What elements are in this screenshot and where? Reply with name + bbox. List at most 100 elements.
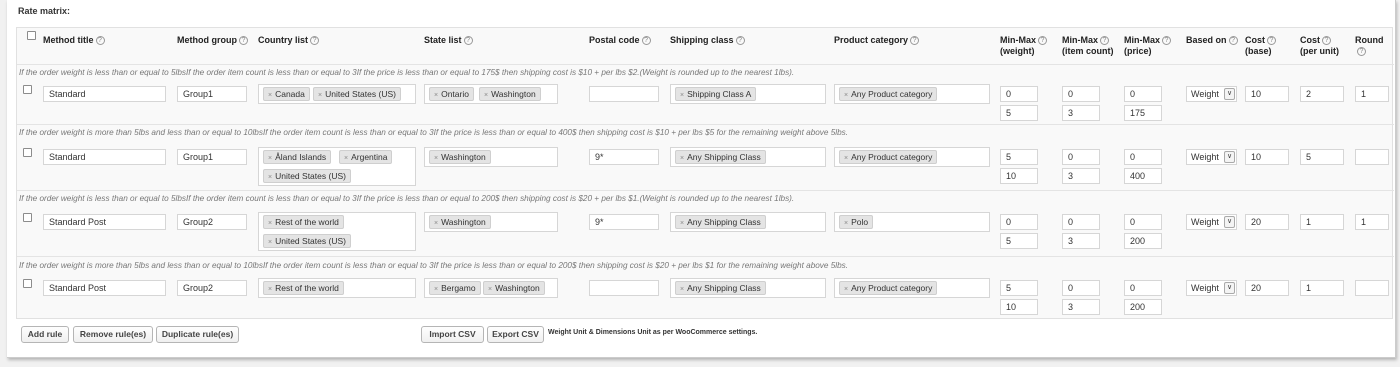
cost-per-unit-input[interactable]: 1 (1300, 214, 1344, 230)
tag-chip[interactable]: × Polo (839, 215, 874, 229)
help-icon[interactable]: ? (239, 36, 248, 46)
help-icon[interactable]: ? (1162, 36, 1171, 46)
price-max-input[interactable]: 200 (1124, 233, 1162, 249)
based-on-select[interactable]: Weight ∨ (1186, 149, 1237, 165)
product-category-field[interactable]: × Any Product category (834, 84, 990, 104)
help-icon[interactable]: ? (1267, 36, 1276, 46)
postal-code-input[interactable]: 9* (589, 149, 659, 165)
remove-tag-icon[interactable]: × (488, 286, 492, 293)
method-title-input[interactable]: Standard (43, 149, 166, 165)
weight-max-input[interactable]: 10 (1000, 299, 1038, 315)
help-icon[interactable]: ? (95, 36, 105, 46)
product-category-field[interactable]: × Polo (834, 212, 990, 232)
remove-rules-button[interactable]: Remove rule(es) (73, 326, 153, 343)
shipping-class-field[interactable]: × Any Shipping Class (670, 212, 826, 232)
weight-max-input[interactable]: 10 (1000, 168, 1038, 184)
tag-chip[interactable]: × United States (US) (263, 234, 351, 248)
item-count-max-input[interactable]: 3 (1062, 105, 1100, 121)
tag-chip[interactable]: × United States (US) (263, 169, 351, 183)
product-category-field[interactable]: × Any Product category (834, 278, 990, 298)
tag-chip[interactable]: × Washington (429, 215, 491, 229)
item-count-min-input[interactable]: 0 (1062, 149, 1100, 165)
cost-base-input[interactable]: 20 (1245, 280, 1289, 296)
method-group-input[interactable]: Group1 (177, 86, 247, 102)
item-count-max-input[interactable]: 3 (1062, 299, 1100, 315)
select-all-checkbox[interactable] (27, 31, 36, 40)
price-max-input[interactable]: 200 (1124, 299, 1162, 315)
tag-chip[interactable]: × Ontario (429, 87, 474, 101)
help-icon[interactable]: ? (1100, 36, 1109, 46)
tag-chip[interactable]: × Any Product category (839, 87, 938, 101)
product-category-field[interactable]: × Any Product category (834, 147, 990, 167)
country-list-field[interactable]: × Åland Islands × Argentina × United States… (258, 147, 416, 186)
tag-chip[interactable]: × Washington (479, 87, 541, 101)
chevron-down-icon[interactable]: ∨ (1224, 216, 1235, 228)
postal-code-input[interactable]: 9* (589, 214, 659, 230)
tag-chip[interactable]: × Washington (483, 281, 545, 295)
remove-tag-icon[interactable]: × (680, 155, 684, 162)
tag-chip[interactable]: × Rest of the world (263, 215, 344, 229)
item-count-max-input[interactable]: 3 (1062, 168, 1100, 184)
remove-tag-icon[interactable]: × (434, 92, 438, 99)
help-icon[interactable]: ? (1228, 36, 1238, 46)
weight-min-input[interactable]: 0 (1000, 214, 1038, 230)
help-icon[interactable]: ? (1322, 36, 1331, 46)
help-icon[interactable]: ? (735, 36, 745, 46)
price-max-input[interactable]: 400 (1124, 168, 1162, 184)
item-count-min-input[interactable]: 0 (1062, 280, 1100, 296)
round-input[interactable]: 1 (1355, 86, 1389, 102)
round-input[interactable] (1355, 149, 1389, 165)
tag-chip[interactable]: × Any Shipping Class (675, 215, 766, 229)
price-min-input[interactable]: 0 (1124, 86, 1162, 102)
remove-tag-icon[interactable]: × (434, 155, 438, 162)
tag-chip[interactable]: × Any Shipping Class (675, 281, 766, 295)
remove-tag-icon[interactable]: × (844, 155, 848, 162)
cost-base-input[interactable]: 10 (1245, 149, 1289, 165)
export-csv-button[interactable]: Export CSV (487, 326, 544, 343)
help-icon[interactable]: ? (641, 36, 651, 46)
tag-chip[interactable]: × Canada (263, 87, 310, 101)
state-list-field[interactable]: × Ontario × Washington (424, 84, 558, 104)
remove-tag-icon[interactable]: × (268, 286, 272, 293)
item-count-min-input[interactable]: 0 (1062, 214, 1100, 230)
remove-tag-icon[interactable]: × (434, 220, 438, 227)
tag-chip[interactable]: × Any Product category (839, 281, 938, 295)
row-checkbox[interactable] (23, 279, 32, 288)
row-checkbox[interactable] (23, 213, 32, 222)
tag-chip[interactable]: × Argentina (339, 150, 393, 164)
remove-tag-icon[interactable]: × (844, 92, 848, 99)
cost-per-unit-input[interactable]: 5 (1300, 149, 1344, 165)
round-input[interactable]: 1 (1355, 214, 1389, 230)
row-checkbox[interactable] (23, 85, 32, 94)
method-group-input[interactable]: Group1 (177, 149, 247, 165)
method-group-input[interactable]: Group2 (177, 280, 247, 296)
tag-chip[interactable]: × Bergamo (429, 281, 481, 295)
tag-chip[interactable]: × Åland Islands (263, 150, 332, 164)
weight-min-input[interactable]: 5 (1000, 280, 1038, 296)
shipping-class-field[interactable]: × Shipping Class A (670, 84, 826, 104)
help-icon[interactable]: ? (910, 36, 920, 46)
help-icon[interactable]: ? (1357, 47, 1366, 57)
help-icon[interactable]: ? (1038, 36, 1047, 46)
price-min-input[interactable]: 0 (1124, 149, 1162, 165)
tag-chip[interactable]: × Any Product category (839, 150, 938, 164)
method-group-input[interactable]: Group2 (177, 214, 247, 230)
item-count-min-input[interactable]: 0 (1062, 86, 1100, 102)
method-title-input[interactable]: Standard Post (43, 280, 166, 296)
price-max-input[interactable]: 175 (1124, 105, 1162, 121)
shipping-class-field[interactable]: × Any Shipping Class (670, 278, 826, 298)
weight-min-input[interactable]: 0 (1000, 86, 1038, 102)
based-on-select[interactable]: Weight ∨ (1186, 86, 1237, 102)
postal-code-input[interactable] (589, 280, 659, 296)
tag-chip[interactable]: × Washington (429, 150, 491, 164)
price-min-input[interactable]: 0 (1124, 214, 1162, 230)
remove-tag-icon[interactable]: × (680, 286, 684, 293)
remove-tag-icon[interactable]: × (680, 220, 684, 227)
tag-chip[interactable]: × Rest of the world (263, 281, 344, 295)
remove-tag-icon[interactable]: × (484, 92, 488, 99)
price-min-input[interactable]: 0 (1124, 280, 1162, 296)
country-list-field[interactable]: × Rest of the world (258, 278, 416, 298)
country-list-field[interactable]: × Rest of the world × United States (US) (258, 212, 416, 251)
cost-base-input[interactable]: 10 (1245, 86, 1289, 102)
help-icon[interactable]: ? (310, 36, 320, 46)
